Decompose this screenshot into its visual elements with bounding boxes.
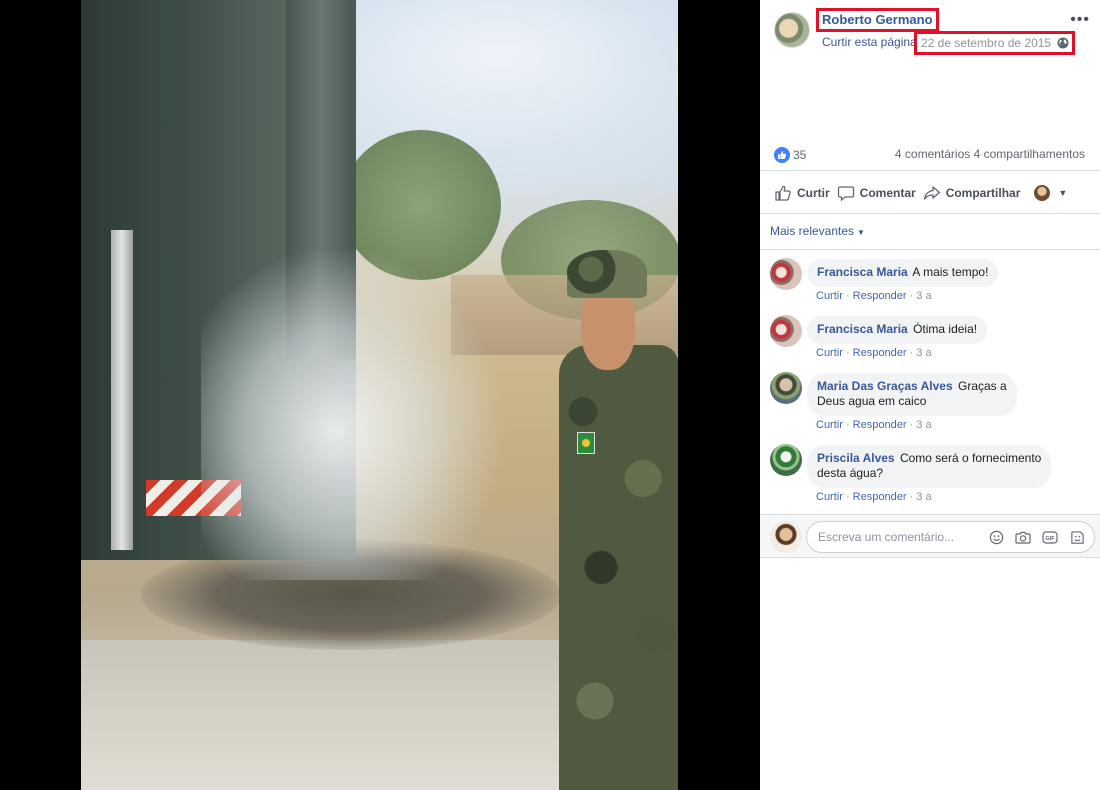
comment-composer: GIF (760, 514, 1100, 558)
soldier-uniform (559, 345, 678, 790)
comment-reply-link[interactable]: Responder (853, 419, 907, 431)
comment-time[interactable]: 3 a (916, 419, 931, 431)
commenter-name[interactable]: Priscila Alves (817, 451, 895, 465)
author-name[interactable]: Roberto Germano (816, 8, 939, 32)
photo-soldier (559, 250, 678, 790)
divider (760, 170, 1100, 171)
reaction-stats: 35 4 comentários 4 compartilhamentos (774, 147, 1086, 163)
comment-button[interactable]: Comentar (837, 184, 916, 202)
camera-icon[interactable] (1014, 528, 1032, 546)
comment-meta: Curtir · Responder · 3 a (816, 347, 932, 359)
comment-like-link[interactable]: Curtir (816, 419, 843, 431)
like-button[interactable]: Curtir (774, 184, 830, 202)
comment-reply-link[interactable]: Responder (853, 290, 907, 302)
comment-time[interactable]: 3 a (916, 290, 931, 302)
photo-rig-pole (111, 230, 133, 550)
comment-text: Ótima ideia! (913, 322, 978, 336)
brazil-flag-patch (577, 432, 595, 454)
comment-meta: Curtir · Responder · 3 a (816, 491, 932, 503)
post-panel: Roberto Germano Curtir esta página 22 de… (760, 0, 1100, 790)
caret-down-icon: ▼ (1058, 188, 1068, 198)
like-reaction-icon (774, 147, 790, 163)
comment-reply-link[interactable]: Responder (853, 491, 907, 503)
post-photo[interactable] (81, 0, 678, 790)
commenter-name[interactable]: Maria Das Graças Alves (817, 379, 953, 393)
more-horizontal-icon[interactable]: ••• (1070, 12, 1090, 28)
comment-label: Comentar (859, 186, 916, 200)
like-label: Curtir (797, 186, 830, 200)
commenter-name[interactable]: Francisca Maria (817, 322, 908, 336)
comment-meta: Curtir · Responder · 3 a (816, 290, 932, 302)
current-user-avatar (770, 521, 802, 553)
share-count[interactable]: 4 compartilhamentos (974, 147, 1085, 161)
sticker-icon[interactable] (1068, 528, 1086, 546)
like-page-link[interactable]: Curtir esta página (822, 35, 917, 49)
comment-reply-link[interactable]: Responder (853, 347, 907, 359)
emoji-icon[interactable] (987, 528, 1005, 546)
comment-bubble: Francisca Maria Ótima ideia! (807, 316, 988, 344)
commenter-avatar[interactable] (770, 444, 802, 476)
comment-text: A mais tempo! (912, 265, 989, 279)
photo-water-spray (201, 250, 501, 580)
comment-count[interactable]: 4 comentários (895, 147, 970, 161)
thumbs-up-icon (775, 185, 791, 201)
commenter-avatar[interactable] (770, 372, 802, 404)
soldier-cap (567, 250, 647, 298)
comment-sort-dropdown[interactable]: Mais relevantes ▼ (770, 224, 865, 238)
comment-text: Graças a (957, 379, 1007, 393)
sort-label: Mais relevantes (770, 224, 855, 238)
comment-bubble: Priscila Alves Como será o fornecimento … (807, 445, 1052, 488)
comment-text-line2: desta água? (817, 466, 884, 480)
user-avatar-small (1034, 185, 1051, 201)
comment-text: Como será o fornecimento (899, 451, 1042, 465)
share-label: Compartilhar (945, 186, 1021, 200)
share-arrow-icon (923, 186, 940, 200)
comment-time[interactable]: 3 a (916, 491, 931, 503)
post-header: Roberto Germano Curtir esta página 22 de… (774, 8, 1094, 56)
post-date-text[interactable]: 22 de setembro de 2015 (921, 36, 1051, 50)
commenter-avatar[interactable] (770, 258, 802, 290)
comment-meta: Curtir · Responder · 3 a (816, 419, 932, 431)
comment-like-link[interactable]: Curtir (816, 347, 843, 359)
stats-right: 4 comentários 4 compartilhamentos (895, 147, 1085, 161)
globe-icon (1057, 37, 1069, 49)
like-count-text: 35 (793, 148, 807, 162)
comment-bubble: Maria Das Graças Alves Graças a Deus agu… (807, 373, 1017, 416)
comment-like-link[interactable]: Curtir (816, 290, 843, 302)
commenter-name[interactable]: Francisca Maria (817, 265, 908, 279)
comment-bubble-icon (837, 186, 854, 202)
svg-text:GIF: GIF (1045, 536, 1055, 542)
photo-viewer (0, 0, 760, 790)
divider (760, 249, 1100, 250)
gif-icon[interactable]: GIF (1041, 528, 1059, 546)
action-bar: Curtir Comentar Compartilhar ▼ (774, 181, 1086, 205)
comment-text-line2: Deus agua em caico (817, 394, 927, 408)
composer-icons: GIF (987, 528, 1086, 546)
share-button[interactable]: Compartilhar (923, 184, 1021, 202)
reaction-as-selector[interactable]: ▼ (1027, 185, 1067, 201)
page-avatar[interactable] (774, 12, 810, 48)
commenter-avatar[interactable] (770, 315, 802, 347)
comment-bubble: Francisca Maria A mais tempo! (807, 259, 999, 287)
caret-down-icon: ▼ (857, 228, 865, 237)
comment-like-link[interactable]: Curtir (816, 491, 843, 503)
comment-time[interactable]: 3 a (916, 347, 931, 359)
like-count[interactable]: 35 (774, 147, 806, 163)
post-date[interactable]: 22 de setembro de 2015 (914, 31, 1076, 55)
divider (760, 213, 1100, 214)
